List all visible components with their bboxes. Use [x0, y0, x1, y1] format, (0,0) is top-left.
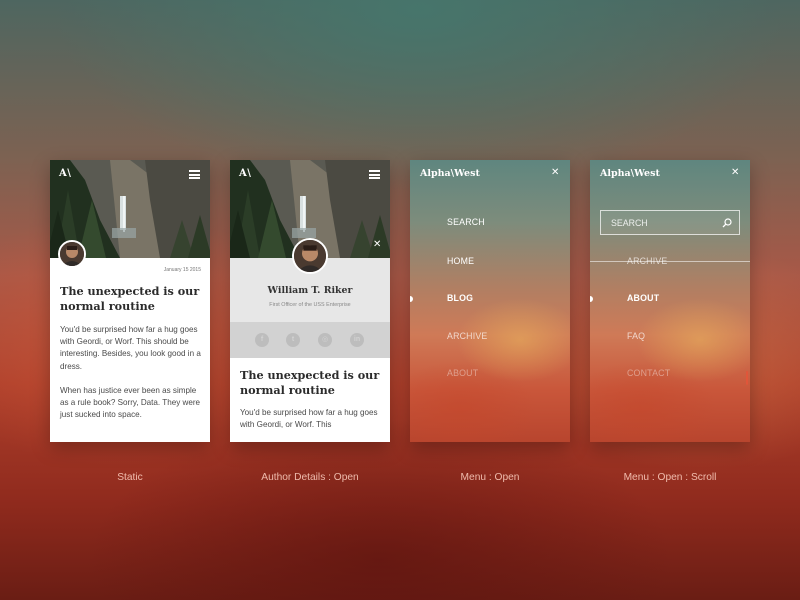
logo-mark[interactable]: A\ — [239, 168, 251, 179]
menu-item-contact[interactable]: CONTACT — [627, 368, 670, 378]
post-paragraph: When has justice ever been as simple as … — [60, 385, 201, 420]
caption-static: Static — [117, 472, 143, 483]
author-name: William T. Riker — [267, 285, 353, 296]
search-icon[interactable] — [722, 218, 732, 228]
close-icon[interactable]: ✕ — [551, 168, 559, 178]
post-body: You'd be surprised how far a hug goes wi… — [60, 324, 206, 421]
twitter-icon[interactable]: t — [286, 333, 300, 347]
menu-item-home[interactable]: HOME — [447, 256, 474, 266]
social-bar: f t ◎ in — [230, 322, 390, 358]
post-date: January 15 2015 — [163, 267, 201, 273]
screen-menu-open: Alpha\West ✕ SEARCH HOME BLOG ARCHIVE AB… — [410, 160, 570, 442]
menu-item-search[interactable]: SEARCH — [447, 217, 485, 227]
brand-logo[interactable]: Alpha\West — [600, 168, 660, 179]
search-input[interactable] — [611, 211, 721, 234]
author-role: First Officer of the USS Enterprise — [269, 302, 351, 308]
post-body: You'd be surprised how far a hug goes wi… — [240, 408, 378, 430]
caption-menu-open: Menu : Open — [460, 472, 520, 483]
search-box[interactable] — [600, 210, 740, 235]
menu-item-blog[interactable]: BLOG — [447, 293, 473, 303]
author-avatar — [292, 238, 328, 274]
facebook-icon[interactable]: f — [255, 333, 269, 347]
menu-item-faq[interactable]: FAQ — [627, 331, 645, 341]
post-title[interactable]: The unexpected is our normal routine — [60, 284, 202, 314]
post-paragraph: You'd be surprised how far a hug goes wi… — [60, 325, 201, 371]
caption-author-details: Author Details : Open — [261, 472, 359, 483]
scrollbar[interactable] — [746, 371, 748, 385]
close-icon[interactable]: ✕ — [373, 240, 381, 250]
menu-item-about[interactable]: ABOUT — [627, 293, 659, 303]
divider — [590, 261, 750, 262]
screen-menu-scroll: Alpha\West ✕ ARCHIVE ABOUT FAQ CONTACT — [590, 160, 750, 442]
screen-author-details: A\ ✕ William T. Riker First Officer of t… — [230, 160, 390, 442]
logo-mark[interactable]: A\ — [59, 168, 71, 179]
menu-icon[interactable] — [189, 170, 200, 179]
caption-menu-scroll: Menu : Open : Scroll — [623, 472, 717, 483]
brand-logo[interactable]: Alpha\West — [420, 168, 480, 179]
author-avatar[interactable] — [58, 240, 86, 268]
instagram-icon[interactable]: ◎ — [318, 333, 332, 347]
screen-static: A\ January 15 2015 The unexpected is our… — [50, 160, 210, 442]
linkedin-icon[interactable]: in — [350, 333, 364, 347]
menu-item-about[interactable]: ABOUT — [447, 368, 478, 378]
menu-item-archive[interactable]: ARCHIVE — [447, 331, 488, 341]
close-icon[interactable]: ✕ — [731, 168, 739, 178]
menu-icon[interactable] — [369, 170, 380, 179]
post-title[interactable]: The unexpected is our normal routine — [240, 368, 382, 398]
